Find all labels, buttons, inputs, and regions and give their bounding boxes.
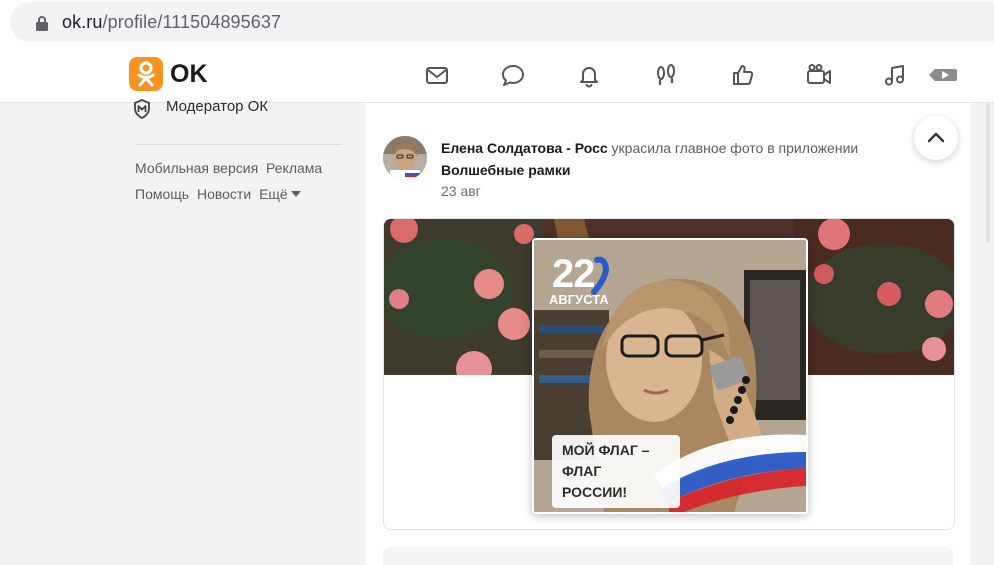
ads-link[interactable]: Реклама	[266, 160, 322, 176]
next-feed-card	[383, 547, 953, 565]
post-date[interactable]: 23 авг	[441, 183, 481, 199]
video-icon[interactable]	[928, 61, 958, 89]
music-icon[interactable]	[881, 61, 909, 89]
profile-photo[interactable]: 22 АВГУСТА МОЙ ФЛАГ – ФЛАГ РОССИИ!	[532, 238, 808, 514]
flag-badge: МОЙ ФЛАГ – ФЛАГ РОССИИ!	[552, 435, 680, 508]
url-field[interactable]: ok.ru/profile/111504895637	[10, 2, 994, 42]
url-path: /profile/111504895637	[102, 12, 282, 32]
author-avatar[interactable]	[383, 136, 427, 180]
guests-icon[interactable]	[652, 61, 680, 89]
post-action-text: украсила главное фото в приложении	[611, 140, 859, 156]
app-name-link[interactable]: Волшебные рамки	[441, 162, 571, 178]
sidebar-divider	[135, 144, 342, 145]
lock-icon	[36, 16, 48, 31]
footer-links: Мобильная версия Реклама Помощь Новости …	[135, 155, 326, 207]
more-label: Ещё	[259, 186, 288, 202]
notifications-icon[interactable]	[575, 61, 603, 89]
flag-badge-line2: ФЛАГ РОССИИ!	[562, 463, 628, 500]
url-host: ok.ru	[62, 12, 103, 32]
more-link[interactable]: Ещё	[259, 186, 301, 202]
moderator-label: Модератор ОК	[166, 98, 269, 115]
help-link[interactable]: Помощь	[135, 186, 189, 202]
browser-address-bar: ok.ru/profile/111504895637	[0, 0, 994, 48]
news-link[interactable]: Новости	[197, 186, 251, 202]
video-calls-icon[interactable]	[805, 61, 833, 89]
scroll-to-top-button[interactable]	[914, 116, 958, 160]
post-header: Елена Солдатова - Росс украсила главное …	[441, 137, 911, 181]
url-text: ok.ru/profile/111504895637	[62, 12, 281, 33]
page-scrollbar[interactable]	[986, 103, 990, 243]
caret-down-icon	[290, 191, 301, 197]
author-name-link[interactable]: Елена Солдатова - Росс	[441, 140, 608, 156]
frame-date-month: АВГУСТА	[549, 292, 609, 307]
marks-icon[interactable]	[729, 61, 757, 89]
frame-date-number: 22	[552, 252, 595, 296]
chevron-up-icon	[927, 132, 945, 143]
moderator-shield-icon	[134, 99, 150, 119]
site-header: OK	[0, 48, 994, 103]
ok-logo-icon[interactable]	[129, 57, 163, 91]
ok-logo-text[interactable]: OK	[170, 60, 208, 89]
mobile-version-link[interactable]: Мобильная версия	[135, 160, 258, 176]
discussions-icon[interactable]	[499, 61, 527, 89]
messages-icon[interactable]	[423, 61, 451, 89]
flag-badge-line1: МОЙ ФЛАГ –	[562, 442, 650, 458]
